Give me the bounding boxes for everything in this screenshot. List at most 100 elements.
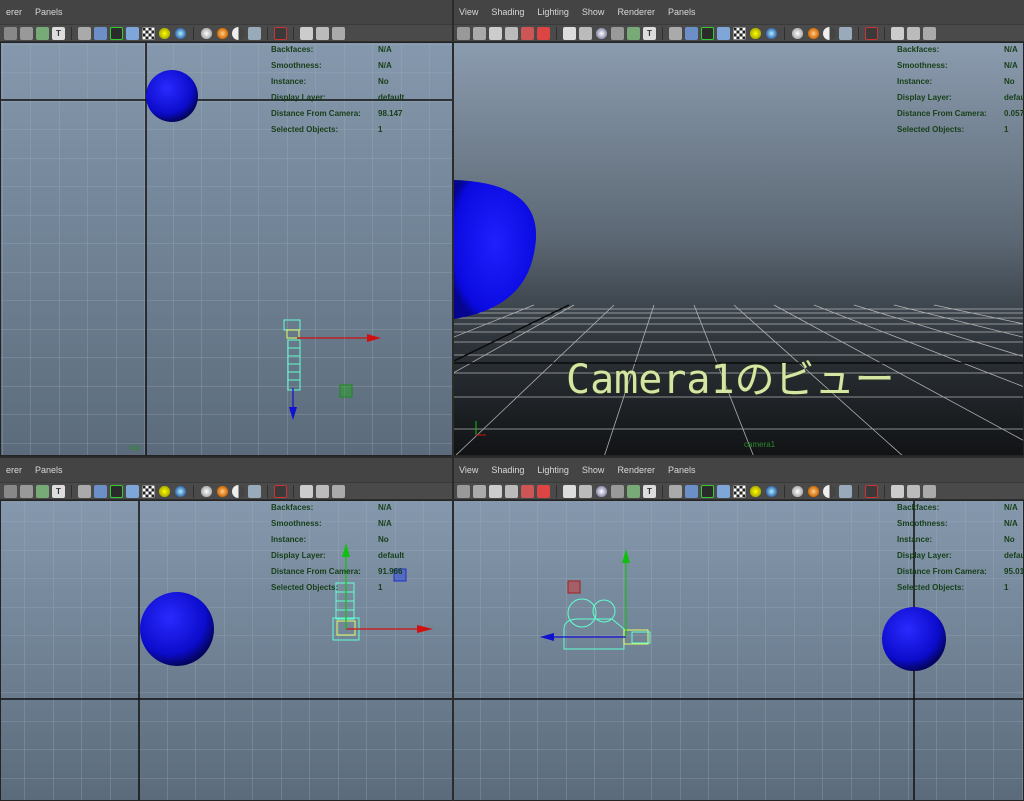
safe-action-icon[interactable] bbox=[611, 26, 624, 40]
menu-renderer[interactable]: erer bbox=[6, 465, 22, 475]
select-camera-icon[interactable] bbox=[457, 484, 470, 498]
image-plane-icon[interactable] bbox=[505, 484, 518, 498]
select-camera-icon[interactable] bbox=[457, 26, 470, 40]
camera-icon[interactable] bbox=[36, 26, 49, 40]
share-icon[interactable] bbox=[332, 484, 345, 498]
wireframe-cube-icon[interactable] bbox=[78, 484, 91, 498]
wireframe-icon[interactable] bbox=[20, 26, 33, 40]
textured-icon[interactable] bbox=[717, 484, 730, 498]
resolution-gate-icon[interactable] bbox=[595, 26, 608, 40]
pane-divider-vertical[interactable] bbox=[452, 0, 454, 801]
material-icon[interactable] bbox=[216, 484, 229, 498]
menu-show[interactable]: Show bbox=[582, 7, 605, 17]
lock-camera-icon[interactable] bbox=[473, 26, 486, 40]
text-icon[interactable]: T bbox=[643, 484, 656, 498]
grid-icon[interactable] bbox=[4, 26, 17, 40]
bookmarks-icon[interactable] bbox=[489, 484, 502, 498]
xray-icon[interactable] bbox=[839, 484, 852, 498]
xray-icon[interactable] bbox=[248, 26, 261, 40]
wireframe-icon[interactable] bbox=[20, 484, 33, 498]
checker-icon[interactable] bbox=[142, 26, 155, 40]
camera-icon[interactable] bbox=[627, 484, 640, 498]
menu-panels[interactable]: Panels bbox=[35, 465, 63, 475]
material-icon[interactable] bbox=[807, 484, 820, 498]
isolate-select-icon[interactable] bbox=[865, 484, 878, 498]
menu-lighting[interactable]: Lighting bbox=[537, 7, 569, 17]
isolate-select-icon[interactable] bbox=[865, 26, 878, 40]
sphere-object[interactable] bbox=[146, 70, 198, 122]
share-icon[interactable] bbox=[332, 26, 345, 40]
frame-icon[interactable] bbox=[316, 26, 329, 40]
select-camera-icon[interactable] bbox=[274, 484, 287, 498]
textured-icon[interactable] bbox=[126, 484, 139, 498]
material-icon[interactable] bbox=[216, 26, 229, 40]
textured-icon[interactable] bbox=[717, 26, 730, 40]
menu-shading[interactable]: Shading bbox=[491, 465, 524, 475]
text-icon[interactable]: T bbox=[643, 26, 656, 40]
checker-icon[interactable] bbox=[733, 26, 746, 40]
bookmarks-icon[interactable] bbox=[489, 26, 502, 40]
grid-icon[interactable] bbox=[563, 484, 576, 498]
light-icon[interactable] bbox=[749, 26, 762, 40]
wire-on-shaded-icon[interactable] bbox=[701, 26, 714, 40]
render-sphere-icon[interactable] bbox=[791, 26, 804, 40]
image-plane-icon[interactable] bbox=[505, 26, 518, 40]
wireframe-icon[interactable] bbox=[669, 484, 682, 498]
sphere-object[interactable] bbox=[882, 607, 946, 671]
isolate-icon[interactable] bbox=[300, 484, 313, 498]
menu-renderer[interactable]: erer bbox=[6, 7, 22, 17]
sphere-object[interactable] bbox=[140, 592, 214, 666]
frame-icon[interactable] bbox=[907, 26, 920, 40]
menu-shading[interactable]: Shading bbox=[491, 7, 524, 17]
menu-renderer[interactable]: Renderer bbox=[617, 7, 655, 17]
light-icon[interactable] bbox=[158, 484, 171, 498]
share-icon[interactable] bbox=[923, 26, 936, 40]
wireframe-cube-icon[interactable] bbox=[78, 26, 91, 40]
shaded-cube-icon[interactable] bbox=[94, 484, 107, 498]
film-icon[interactable] bbox=[579, 26, 592, 40]
pan-zoom-icon[interactable] bbox=[537, 484, 550, 498]
grid-icon[interactable] bbox=[563, 26, 576, 40]
xray-icon[interactable] bbox=[248, 484, 261, 498]
text-icon[interactable]: T bbox=[52, 484, 65, 498]
wire-on-shaded-icon[interactable] bbox=[110, 484, 123, 498]
wireframe-icon[interactable] bbox=[669, 26, 682, 40]
menu-lighting[interactable]: Lighting bbox=[537, 465, 569, 475]
light-icon[interactable] bbox=[749, 484, 762, 498]
wire-on-shaded-icon[interactable] bbox=[701, 484, 714, 498]
menu-view[interactable]: View bbox=[459, 7, 478, 17]
render-sphere-icon[interactable] bbox=[791, 484, 804, 498]
frame-icon[interactable] bbox=[907, 484, 920, 498]
shaded-icon[interactable] bbox=[685, 26, 698, 40]
menu-panels[interactable]: Panels bbox=[35, 7, 63, 17]
film-gate-icon[interactable] bbox=[521, 484, 534, 498]
text-icon[interactable]: T bbox=[52, 26, 65, 40]
grid-icon[interactable] bbox=[4, 484, 17, 498]
resolution-gate-icon[interactable] bbox=[595, 484, 608, 498]
pan-zoom-icon[interactable] bbox=[537, 26, 550, 40]
lock-camera-icon[interactable] bbox=[473, 484, 486, 498]
textured-icon[interactable] bbox=[126, 26, 139, 40]
shadow-icon[interactable] bbox=[765, 484, 778, 498]
safe-action-icon[interactable] bbox=[611, 484, 624, 498]
camera-icon[interactable] bbox=[36, 484, 49, 498]
shaded-icon[interactable] bbox=[685, 484, 698, 498]
xray-icon[interactable] bbox=[839, 26, 852, 40]
film-icon[interactable] bbox=[579, 484, 592, 498]
contrast-icon[interactable] bbox=[823, 484, 836, 498]
contrast-icon[interactable] bbox=[823, 26, 836, 40]
wire-on-shaded-icon[interactable] bbox=[110, 26, 123, 40]
menu-panels[interactable]: Panels bbox=[668, 7, 696, 17]
menu-renderer[interactable]: Renderer bbox=[617, 465, 655, 475]
render-sphere-icon[interactable] bbox=[200, 26, 213, 40]
isolate-icon[interactable] bbox=[891, 484, 904, 498]
select-camera-icon[interactable] bbox=[274, 26, 287, 40]
pane-divider-horizontal[interactable] bbox=[0, 456, 1024, 458]
frame-icon[interactable] bbox=[316, 484, 329, 498]
shadow-icon[interactable] bbox=[174, 484, 187, 498]
checker-icon[interactable] bbox=[142, 484, 155, 498]
render-sphere-icon[interactable] bbox=[200, 484, 213, 498]
share-icon[interactable] bbox=[923, 484, 936, 498]
light-icon[interactable] bbox=[158, 26, 171, 40]
shadow-icon[interactable] bbox=[765, 26, 778, 40]
